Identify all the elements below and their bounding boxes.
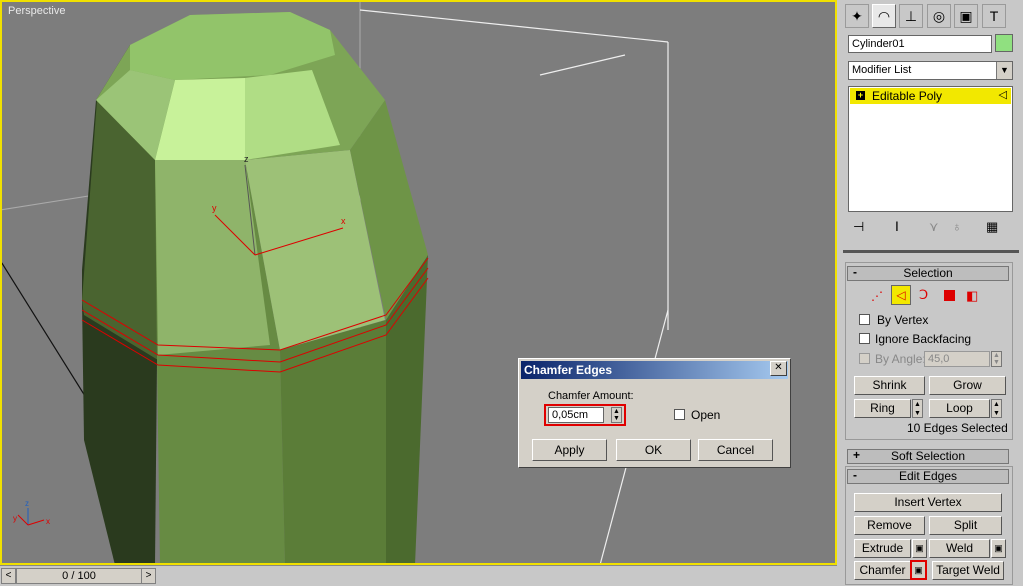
by-vertex-checkbox[interactable] — [859, 314, 870, 325]
dialog-title-bar[interactable]: Chamfer Edges — [521, 361, 788, 379]
utilities-tab-icon[interactable]: T — [982, 4, 1006, 28]
loop-button[interactable]: Loop — [929, 399, 990, 418]
edge-subobject-icon: ◁ — [998, 89, 1007, 101]
loop-spinner[interactable]: ▲ ▼ — [991, 399, 1002, 418]
polygon-mode-icon[interactable] — [944, 290, 955, 301]
modifier-list-dropdown[interactable]: Modifier List ▼ — [848, 61, 1013, 80]
edit-edges-header-label: Edit Edges — [898, 469, 958, 483]
extrude-settings-icon[interactable]: ▣ — [912, 539, 927, 558]
soft-selection-rollout-header[interactable]: + Soft Selection — [847, 449, 1009, 464]
open-checkbox[interactable] — [674, 409, 685, 420]
selection-header-label: Selection — [903, 266, 953, 280]
expand-icon[interactable]: + — [856, 91, 865, 100]
close-icon[interactable]: ✕ — [770, 361, 787, 376]
remove-button[interactable]: Remove — [854, 516, 925, 535]
cancel-button[interactable]: Cancel — [698, 439, 773, 461]
svg-text:z: z — [25, 499, 29, 508]
modifier-stack: + Editable Poly ◁ — [848, 86, 1013, 212]
time-slider-bar: < 0 / 100 > — [0, 565, 837, 586]
viewport-label[interactable]: Perspective — [8, 5, 65, 17]
by-angle-spinner[interactable]: ▲ ▼ — [991, 351, 1002, 367]
configure-modifier-sets-icon[interactable]: ▦ — [986, 219, 998, 235]
edge-mode-icon[interactable]: ◁ — [891, 285, 911, 305]
svg-text:z: z — [244, 154, 249, 164]
by-angle-input[interactable]: 45,0 — [924, 351, 990, 367]
ignore-backfacing-checkbox[interactable] — [859, 333, 870, 344]
next-frame-button[interactable]: > — [141, 568, 156, 584]
by-angle-checkbox[interactable] — [859, 353, 870, 364]
chamfer-amount-label: Chamfer Amount: — [548, 390, 634, 402]
display-tab-icon[interactable]: ▣ — [954, 4, 978, 28]
apply-button[interactable]: Apply — [532, 439, 607, 461]
object-color-swatch[interactable] — [995, 34, 1013, 52]
by-vertex-label: By Vertex — [877, 313, 929, 327]
shrink-button[interactable]: Shrink — [854, 376, 925, 395]
make-unique-icon[interactable]: ⋎ — [929, 219, 939, 235]
stack-item-label: Editable Poly — [872, 89, 943, 103]
expand-rollout-icon: + — [853, 448, 861, 462]
perspective-viewport[interactable]: z y x z y x Perspective — [0, 0, 837, 565]
vertex-mode-icon[interactable]: ⋰ — [871, 289, 883, 303]
ok-button[interactable]: OK — [616, 439, 691, 461]
dialog-title: Chamfer Edges — [524, 363, 613, 377]
prev-frame-button[interactable]: < — [1, 568, 16, 584]
chamfer-amount-spinner[interactable]: ▲ ▼ — [611, 407, 622, 423]
chamfer-edges-dialog: Chamfer Edges ✕ Chamfer Amount: 0,05cm ▲… — [518, 358, 791, 468]
svg-text:x: x — [46, 517, 50, 526]
soft-selection-header-label: Soft Selection — [890, 449, 966, 463]
collapse-icon: - — [853, 265, 857, 279]
show-end-result-icon[interactable]: Ⅰ — [895, 219, 899, 235]
selection-rollout-header[interactable]: - Selection — [847, 266, 1009, 281]
ignore-backfacing-label: Ignore Backfacing — [875, 332, 972, 346]
by-angle-label: By Angle: — [875, 352, 926, 366]
svg-text:x: x — [341, 216, 346, 226]
chamfer-button[interactable]: Chamfer — [854, 561, 911, 580]
weld-button[interactable]: Weld — [929, 539, 990, 558]
grow-button[interactable]: Grow — [929, 376, 1006, 395]
motion-tab-icon[interactable]: ◎ — [927, 4, 951, 28]
edit-edges-rollout-header[interactable]: - Edit Edges — [847, 469, 1009, 484]
chamfer-settings-icon[interactable]: ▣ — [910, 560, 927, 580]
svg-text:y: y — [212, 203, 217, 213]
modify-tab-icon[interactable]: ◠ — [872, 4, 896, 28]
insert-vertex-button[interactable]: Insert Vertex — [854, 493, 1002, 512]
split-button[interactable]: Split — [929, 516, 1002, 535]
create-tab-icon[interactable]: ✦ — [845, 4, 869, 28]
element-mode-icon[interactable]: ◧ — [966, 288, 978, 304]
target-weld-button[interactable]: Target Weld — [932, 561, 1004, 580]
weld-settings-icon[interactable]: ▣ — [991, 539, 1006, 558]
remove-modifier-icon[interactable]: ♁ — [952, 219, 962, 234]
ring-button[interactable]: Ring — [854, 399, 911, 418]
time-slider[interactable]: 0 / 100 — [16, 568, 142, 584]
selection-status: 10 Edges Selected — [907, 421, 1008, 435]
pin-stack-icon[interactable]: ⊣ — [853, 219, 864, 235]
object-name-field[interactable]: Cylinder01 — [848, 35, 992, 53]
svg-text:y: y — [13, 514, 17, 523]
hierarchy-tab-icon[interactable]: ⊥ — [899, 4, 923, 28]
border-mode-icon[interactable]: Ↄ — [919, 287, 928, 303]
scene-3d: z y x z y x — [2, 2, 669, 563]
chevron-down-icon[interactable]: ▼ — [996, 62, 1012, 79]
ring-spinner[interactable]: ▲ ▼ — [912, 399, 923, 418]
chamfer-amount-input[interactable]: 0,05cm — [548, 407, 604, 423]
open-label: Open — [691, 408, 721, 422]
panel-divider — [843, 250, 1019, 253]
extrude-button[interactable]: Extrude — [854, 539, 911, 558]
command-panel: ✦ ◠ ⊥ ◎ ▣ T Cylinder01 Modifier List ▼ +… — [839, 0, 1023, 585]
collapse-icon: - — [853, 468, 857, 482]
stack-item-editable-poly[interactable]: + Editable Poly ◁ — [850, 88, 1011, 104]
modifier-list-label: Modifier List — [852, 64, 912, 76]
